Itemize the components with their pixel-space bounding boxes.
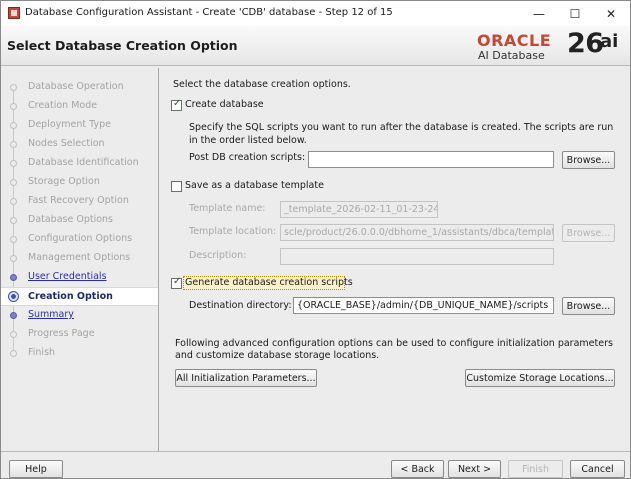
template-description-input[interactable] (280, 248, 554, 265)
page-title: Select Database Creation Option (7, 38, 238, 53)
next-button[interactable]: Next > (448, 460, 501, 478)
nav-step-management-options: Management Options (1, 249, 158, 268)
nav-step-storage-option: Storage Option (1, 173, 158, 192)
finish-button[interactable]: Finish (508, 460, 563, 478)
nav-step-progress-page: Progress Page (1, 325, 158, 344)
nav-step-label: Deployment Type (28, 119, 111, 130)
template-location-label: Template location: (189, 226, 277, 237)
nav-step-creation-option[interactable]: Creation Option (1, 287, 158, 306)
nav-step-label: Finish (28, 347, 56, 358)
step-indicator-icon (10, 350, 17, 357)
instructions-text: Select the database creation options. (173, 79, 351, 90)
generate-scripts-label[interactable]: Generate database creation scripts (185, 277, 353, 288)
destination-directory-input[interactable]: {ORACLE_BASE}/admin/{DB_UNIQUE_NAME}/scr… (293, 297, 554, 314)
step-indicator-icon (10, 179, 17, 186)
nav-step-database-operation: Database Operation (1, 78, 158, 97)
version-suffix: ai (600, 31, 619, 52)
step-indicator-icon (10, 84, 17, 91)
nav-step-user-credentials[interactable]: User Credentials (1, 268, 158, 287)
step-indicator-icon (10, 274, 17, 281)
step-indicator-icon (10, 331, 17, 338)
destination-browse-button[interactable]: Browse... (562, 297, 615, 315)
customize-storage-button[interactable]: Customize Storage Locations... (465, 369, 615, 387)
close-icon: ✕ (605, 6, 617, 21)
help-button[interactable]: Help (9, 460, 63, 478)
nav-step-creation-mode: Creation Mode (1, 97, 158, 116)
save-template-checkbox[interactable] (171, 181, 182, 192)
nav-step-label: Creation Option (28, 291, 113, 302)
save-template-label[interactable]: Save as a database template (185, 180, 324, 191)
template-name-label: Template name: (189, 203, 266, 214)
nav-step-label: Management Options (28, 252, 131, 263)
close-button[interactable]: ✕ (588, 1, 630, 26)
nav-step-summary[interactable]: Summary (1, 306, 158, 325)
minimize-icon: — (533, 6, 545, 21)
step-indicator-icon (10, 217, 17, 224)
create-database-label[interactable]: Create database (185, 99, 264, 110)
nav-step-label: Nodes Selection (28, 138, 105, 149)
oracle-logo: ORACLE (477, 31, 552, 50)
title-bar: Database Configuration Assistant - Creat… (1, 1, 630, 26)
post-scripts-label: Post DB creation scripts: (189, 152, 306, 163)
nav-step-label: Database Options (28, 214, 114, 225)
dbca-window: Database Configuration Assistant - Creat… (0, 0, 631, 479)
nav-step-nodes-selection: Nodes Selection (1, 135, 158, 154)
nav-step-label: Database Operation (28, 81, 124, 92)
product-name: AI Database (478, 49, 545, 62)
nav-step-finish: Finish (1, 344, 158, 363)
template-location-input[interactable]: scle/product/26.0.0.0/dbhome_1/assistant… (280, 224, 554, 241)
step-indicator-icon (10, 198, 17, 205)
step-indicator-icon (10, 255, 17, 262)
version-number: 26 (567, 28, 604, 59)
nav-step-fast-recovery-option: Fast Recovery Option (1, 192, 158, 211)
template-description-label: Description: (189, 250, 247, 261)
advanced-options-text: Following advanced configuration options… (175, 338, 613, 361)
destination-directory-label: Destination directory: (189, 300, 292, 311)
nav-step-label: Database Identification (28, 157, 139, 168)
generate-scripts-checkbox[interactable] (171, 276, 182, 289)
main-content: Select the database creation options. Cr… (160, 68, 630, 451)
nav-step-label: Summary (28, 309, 74, 320)
nav-step-database-options: Database Options (1, 211, 158, 230)
wizard-footer: Help < Back Next > Finish Cancel (1, 451, 630, 478)
nav-step-configuration-options: Configuration Options (1, 230, 158, 249)
step-indicator-icon (10, 160, 17, 167)
step-indicator-icon (10, 236, 17, 243)
template-name-input[interactable]: _template_2026-02-11_01-23-24PM (280, 201, 438, 218)
step-indicator-icon (10, 312, 17, 319)
nav-step-label: Fast Recovery Option (28, 195, 129, 206)
post-scripts-browse-button[interactable]: Browse... (562, 151, 615, 169)
create-database-checkbox[interactable] (171, 98, 182, 111)
nav-step-label: Progress Page (28, 328, 95, 339)
all-init-parameters-button[interactable]: All Initialization Parameters... (175, 369, 317, 387)
step-navigation: Database Operation Creation Mode Deploymen… (1, 68, 159, 451)
maximize-icon: ☐ (569, 6, 581, 21)
post-scripts-input[interactable] (308, 151, 554, 168)
template-location-browse-button[interactable]: Browse... (562, 224, 615, 242)
nav-step-label: Configuration Options (28, 233, 133, 244)
nav-step-label: Creation Mode (28, 100, 98, 111)
nav-step-deployment-type: Deployment Type (1, 116, 158, 135)
step-indicator-icon (10, 122, 17, 129)
page-header: Select Database Creation Option ORACLE A… (1, 26, 630, 66)
back-button[interactable]: < Back (391, 460, 444, 478)
post-scripts-description: Specify the SQL scripts you want to run … (189, 122, 614, 146)
nav-step-label: User Credentials (28, 271, 107, 282)
cancel-button[interactable]: Cancel (570, 460, 625, 478)
window-title: Database Configuration Assistant - Creat… (25, 7, 393, 18)
nav-step-database-identification: Database Identification (1, 154, 158, 173)
app-icon (8, 7, 20, 19)
step-indicator-icon (10, 141, 17, 148)
step-indicator-icon (8, 291, 19, 302)
step-indicator-icon (10, 103, 17, 110)
nav-step-label: Storage Option (28, 176, 100, 187)
